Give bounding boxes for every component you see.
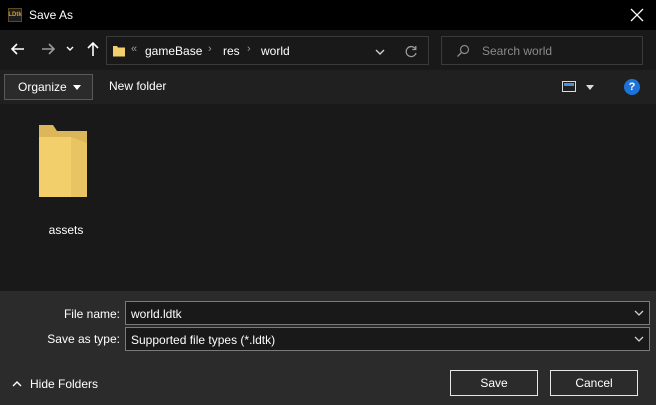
save-as-type-label: Save as type:	[47, 332, 120, 346]
save-as-type-select[interactable]: Supported file types (*.ldtk)	[125, 327, 650, 351]
organize-button[interactable]: Organize	[4, 74, 93, 100]
folder-item-assets[interactable]: assets	[30, 119, 102, 237]
hide-folders-toggle[interactable]: Hide Folders	[12, 377, 98, 391]
search-icon	[457, 44, 470, 57]
cancel-button[interactable]: Cancel	[550, 370, 638, 396]
chevron-down-icon[interactable]	[633, 308, 645, 318]
save-as-type-value: Supported file types (*.ldtk)	[131, 333, 276, 347]
breadcrumb-separator: ›	[247, 43, 251, 55]
close-icon	[630, 8, 644, 22]
recent-locations-button[interactable]	[64, 40, 76, 58]
hide-folders-label: Hide Folders	[30, 377, 99, 391]
search-box[interactable]: Search world	[441, 36, 643, 65]
window-title: Save As	[29, 8, 74, 22]
chevron-up-icon	[12, 381, 22, 387]
arrow-left-icon	[10, 43, 24, 55]
close-button[interactable]	[626, 4, 648, 26]
refresh-icon[interactable]	[403, 44, 419, 60]
search-placeholder: Search world	[482, 44, 553, 58]
breadcrumb-overflow[interactable]: «	[131, 43, 137, 55]
address-bar[interactable]: « gameBase › res › world	[106, 36, 429, 65]
folder-label: assets	[48, 223, 84, 237]
save-options-panel: File name: world.ldtk Save as type: Supp…	[0, 291, 656, 405]
up-button[interactable]	[84, 40, 102, 58]
title-bar: LDtk Save As	[0, 0, 656, 30]
ldtk-app-icon: LDtk	[8, 8, 22, 22]
chevron-down-icon	[66, 46, 74, 51]
back-button[interactable]	[9, 40, 27, 58]
file-name-field[interactable]: world.ldtk	[125, 301, 650, 325]
navigation-bar: « gameBase › res › world Search world	[0, 30, 656, 70]
caret-down-icon	[73, 85, 81, 90]
view-options-caret-icon[interactable]	[586, 85, 594, 90]
help-icon[interactable]: ?	[624, 79, 640, 95]
folder-icon	[39, 125, 87, 197]
command-toolbar: Organize New folder ?	[0, 70, 656, 104]
address-dropdown-icon[interactable]	[373, 46, 387, 58]
folder-icon	[113, 46, 125, 57]
new-folder-button[interactable]: New folder	[109, 79, 166, 93]
organize-label: Organize	[18, 80, 67, 94]
file-name-label: File name:	[63, 307, 120, 321]
breadcrumb-gamebase[interactable]: gameBase	[145, 44, 202, 58]
breadcrumb-separator: ›	[208, 43, 212, 55]
arrow-right-icon	[42, 43, 56, 55]
forward-button[interactable]	[39, 40, 57, 58]
file-list-area[interactable]: assets	[0, 104, 656, 291]
change-view-icon[interactable]	[562, 81, 576, 92]
breadcrumb-world[interactable]: world	[261, 44, 290, 58]
arrow-up-icon	[87, 41, 99, 56]
chevron-down-icon[interactable]	[633, 334, 645, 344]
breadcrumb-res[interactable]: res	[223, 44, 240, 58]
file-name-value: world.ldtk	[131, 307, 182, 321]
save-button[interactable]: Save	[450, 370, 538, 396]
